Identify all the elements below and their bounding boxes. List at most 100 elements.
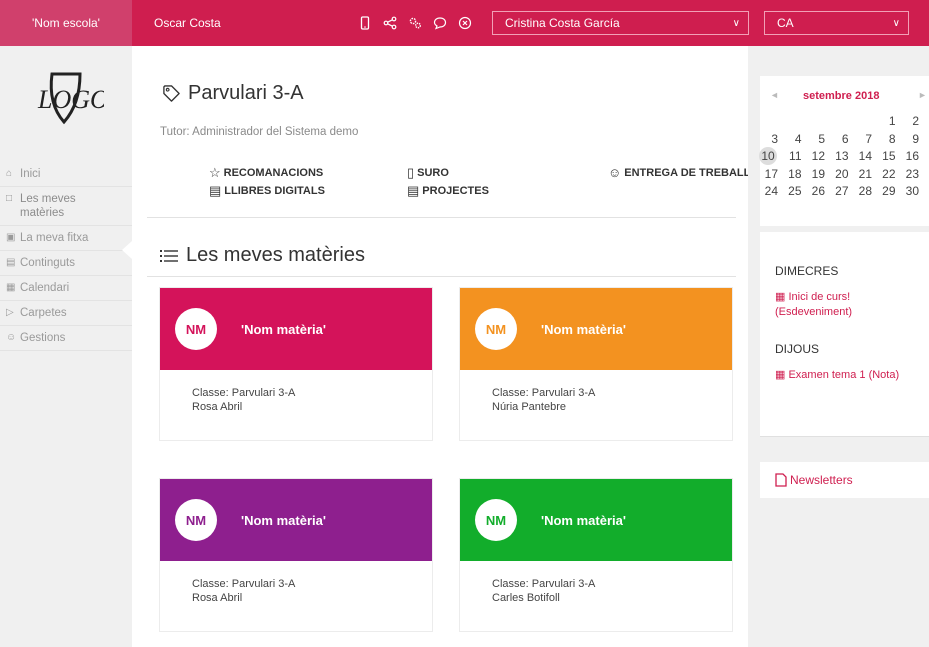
calendar-day[interactable]: 12 <box>809 148 825 164</box>
calendar-day[interactable]: 29 <box>880 183 895 199</box>
subject-name[interactable]: 'Nom matèria' <box>241 513 326 528</box>
calendar-day[interactable]: 6 <box>833 131 849 147</box>
school-name[interactable]: 'Nom escola' <box>0 0 132 46</box>
event-item[interactable]: ▦ Inici de curs! (Esdeveniment) <box>775 290 925 320</box>
calendar-day[interactable]: 8 <box>880 131 896 147</box>
card-body: Classe: Parvulari 3-A Rosa Abril <box>160 561 432 631</box>
subject-card[interactable]: NM 'Nom matèria' Classe: Parvulari 3-A R… <box>160 479 432 631</box>
calendar-month: setembre 2018 <box>803 90 880 102</box>
users-icon: ☺ <box>6 332 17 343</box>
link-llibres[interactable]: ▤ LLIBRES DIGITALS <box>209 183 325 199</box>
subject-initials: NM <box>475 308 517 350</box>
calendar-day[interactable]: 21 <box>856 166 872 182</box>
event-day: DIMECRES <box>775 264 839 278</box>
class-value: Parvulari 3-A <box>531 387 596 399</box>
card-header: NM 'Nom matèria' <box>460 479 732 561</box>
star-icon: ☆ <box>209 165 221 180</box>
home-icon: ⌂ <box>6 168 13 179</box>
subject-initials: NM <box>175 499 217 541</box>
share-icon[interactable] <box>383 16 397 30</box>
subject-name[interactable]: 'Nom matèria' <box>541 322 626 337</box>
mobile-icon[interactable] <box>358 16 372 30</box>
calendar-day[interactable]: 11 <box>786 148 801 164</box>
section-title-text: Les meves matèries <box>186 244 365 266</box>
calendar-next-icon[interactable]: ► <box>918 90 927 100</box>
newsletters-link[interactable]: Newsletters <box>760 462 929 498</box>
subject-name[interactable]: 'Nom matèria' <box>541 513 626 528</box>
link-recomanacions[interactable]: ☆ RECOMANACIONS <box>209 165 323 181</box>
calendar-day[interactable]: 20 <box>833 166 848 182</box>
chat-icon[interactable] <box>433 16 447 30</box>
calendar-day[interactable]: 30 <box>903 183 919 199</box>
calendar-day[interactable]: 23 <box>903 166 919 182</box>
calendar-day[interactable]: 2 <box>903 113 919 129</box>
calendar-day[interactable]: 25 <box>786 183 801 199</box>
tutor-label: Tutor: Administrador del Sistema demo <box>160 126 359 138</box>
subject-card[interactable]: NM 'Nom matèria' Classe: Parvulari 3-A R… <box>160 288 432 440</box>
calendar-day[interactable]: 14 <box>856 148 872 164</box>
calendar-header: ◄ setembre 2018 ► <box>760 90 929 106</box>
class-value: Parvulari 3-A <box>531 578 596 590</box>
calendar-day[interactable]: 13 <box>833 148 848 164</box>
calendar-day[interactable]: 18 <box>786 166 801 182</box>
card-body: Classe: Parvulari 3-A Rosa Abril <box>160 370 432 440</box>
language-select-value: CA <box>777 16 794 30</box>
sidebar-item-label: Continguts <box>20 257 75 269</box>
sidebar-item-label: Gestions <box>20 332 66 344</box>
calendar-day[interactable]: 4 <box>786 131 802 147</box>
calendar-day[interactable]: 5 <box>809 131 825 147</box>
sidebar-item-calendari[interactable]: ▦ Calendari <box>0 276 132 301</box>
teacher-name: Núria Pantebre <box>492 401 566 413</box>
calendar-day[interactable]: 3 <box>762 131 778 147</box>
sidebar-item-inici[interactable]: ⌂ Inici <box>0 162 132 187</box>
calendar-day[interactable]: 17 <box>762 166 778 182</box>
language-select[interactable]: CA ∨ <box>764 11 909 35</box>
calendar-day[interactable]: 22 <box>880 166 895 182</box>
calendar-day[interactable]: 7 <box>856 131 872 147</box>
sidebar-item-gestions[interactable]: ☺ Gestions <box>0 326 132 351</box>
event-item[interactable]: ▦ Examen tema 1 (Nota) <box>775 368 925 383</box>
close-icon[interactable] <box>458 16 472 30</box>
class-value: Parvulari 3-A <box>231 578 296 590</box>
calendar-day[interactable]: 24 <box>762 183 778 199</box>
tag-icon <box>163 85 180 102</box>
calendar-day[interactable]: 16 <box>903 148 919 164</box>
events-panel: DIMECRES ▦ Inici de curs! (Esdeveniment)… <box>760 232 929 437</box>
sidebar-item-continguts[interactable]: ▤ Continguts <box>0 251 132 276</box>
sidebar-item-carpetes[interactable]: ▷ Carpetes <box>0 301 132 326</box>
calendar-day[interactable]: 1 <box>880 113 896 129</box>
link-entrega[interactable]: ☺ ENTREGA DE TREBALLS <box>608 165 748 180</box>
subject-card[interactable]: NM 'Nom matèria' Classe: Parvulari 3-A C… <box>460 479 732 631</box>
subject-name[interactable]: 'Nom matèria' <box>241 322 326 337</box>
active-item-pointer <box>122 241 132 259</box>
sidebar-item-materies[interactable]: □ Les meves matèries <box>0 187 132 226</box>
calendar-day[interactable]: 10 <box>759 147 777 165</box>
user-name[interactable]: Oscar Costa <box>154 16 354 30</box>
chevron-down-icon: ∨ <box>892 17 900 29</box>
calendar-day[interactable]: 19 <box>809 166 825 182</box>
school-logo: LOGO <box>37 72 104 125</box>
link-label: ENTREGA DE TREBALLS <box>624 166 748 179</box>
calendar-day[interactable]: 15 <box>880 148 895 164</box>
calendar-day[interactable]: 27 <box>833 183 848 199</box>
link-suro[interactable]: ▯ SURO <box>407 165 449 181</box>
calendar-day[interactable]: 9 <box>903 131 919 147</box>
class-name: Parvulari 3-A <box>188 82 304 104</box>
event-text: Inici de curs! (Esdeveniment) <box>775 291 853 318</box>
folder-icon: ▷ <box>6 307 14 318</box>
link-projectes[interactable]: ▤ PROJECTES <box>407 183 489 199</box>
calendar-day[interactable]: 28 <box>856 183 872 199</box>
sidebar-item-label: Les meves matèries <box>20 193 76 219</box>
teacher-name: Rosa Abril <box>192 401 243 413</box>
teacher-name: Carles Botifoll <box>492 592 560 604</box>
student-select[interactable]: Cristina Costa García ∨ <box>492 11 749 35</box>
id-card-icon: ▣ <box>6 232 16 243</box>
subject-card[interactable]: NM 'Nom matèria' Classe: Parvulari 3-A N… <box>460 288 732 440</box>
sidebar-item-fitxa[interactable]: ▣ La meva fitxa <box>0 226 132 251</box>
calendar-day[interactable]: 26 <box>809 183 825 199</box>
section-title: Les meves matèries <box>160 244 365 267</box>
settings-icon[interactable] <box>408 16 422 30</box>
calendar-prev-icon[interactable]: ◄ <box>770 90 779 100</box>
card-header: NM 'Nom matèria' <box>460 288 732 370</box>
card-body: Classe: Parvulari 3-A Carles Botifoll <box>460 561 732 631</box>
